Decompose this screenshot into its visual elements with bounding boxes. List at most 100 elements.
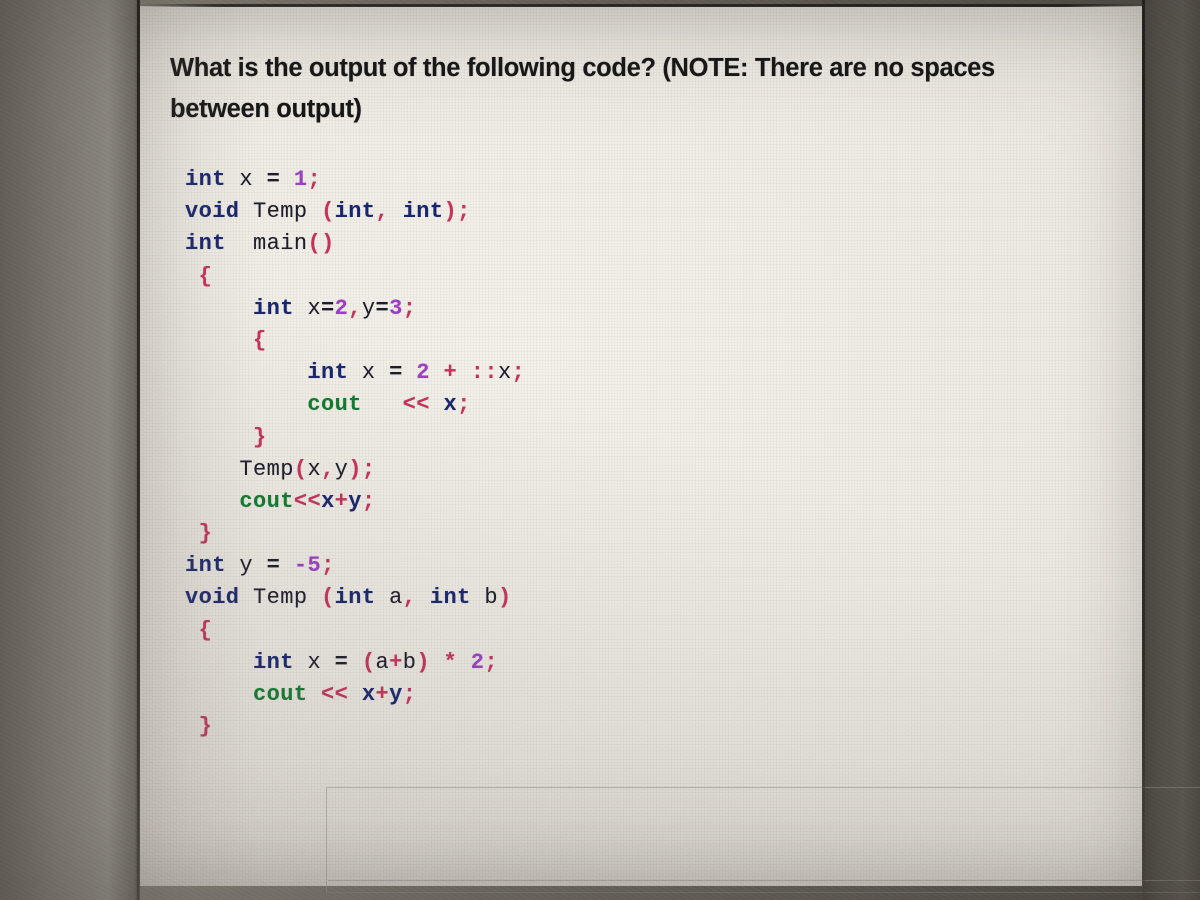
code-token: x [321,488,335,514]
code-token: } [198,521,213,547]
sheet-left-edge [137,0,140,900]
code-token: ( [361,649,376,675]
code-token: x [307,295,322,321]
code-token: , [321,456,335,482]
code-token: , [375,199,390,225]
code-token: = [266,167,281,192]
code-token: void [185,199,240,225]
code-token: = [266,553,281,579]
code-block: int x = 1; void Temp (int, int); int main(… [185,164,525,743]
code-token: , [402,585,417,611]
code-line: int x=2,y=3; [185,293,525,325]
code-token: x [239,167,254,192]
code-token: ) [497,585,512,611]
code-token: x [307,649,322,675]
code-token: main [253,231,308,257]
code-token: x [497,360,512,386]
code-token: ; [511,360,526,386]
question-prompt: What is the output of the following code… [170,48,1090,130]
code-token: { [198,263,213,289]
code-line: int x = (a+b) * 2; [185,647,525,679]
code-token: << [321,682,349,707]
code-token: void [185,585,240,611]
question-line-2: between output) [170,95,362,123]
code-token: = [321,295,335,321]
code-token: 2 [334,295,349,321]
code-token: int [334,585,376,611]
code-token: = [334,649,349,675]
code-token: ; [321,553,335,579]
code-token: x [361,682,376,707]
photo-of-screen: What is the output of the following code… [0,0,1200,900]
code-token: 3 [389,295,403,321]
code-token: cout [239,488,294,514]
code-token: { [198,617,213,643]
code-line: Temp(x,y); [185,454,525,486]
code-token: << [402,392,430,418]
code-token: int [185,231,226,257]
code-token: a [389,585,403,611]
code-token: a [375,649,390,675]
code-token: ) [443,199,458,225]
code-token: b [402,649,417,675]
code-token: { [253,327,267,353]
code-token: ; [484,649,498,675]
code-line: void Temp (int a, int b) [185,582,525,614]
code-line: } [185,422,525,454]
code-token: x [443,392,458,418]
sheet-right-edge [1142,0,1145,900]
code-token: Temp [239,456,294,482]
code-token: + [375,682,390,707]
code-token: x [361,360,376,386]
code-token: b [484,585,498,611]
code-token: y [389,682,403,707]
question-line-1: What is the output of the following code… [170,54,995,82]
code-token: ) [348,456,362,482]
document-sheet: What is the output of the following code… [140,6,1200,893]
code-token: -5 [293,553,322,579]
code-token: = [375,295,390,321]
code-line: int y = -5; [185,550,525,582]
code-token: int [429,585,471,611]
code-token: ( [293,456,308,482]
code-token: y [334,456,349,482]
code-token: ; [361,456,376,482]
code-token: ) [416,649,430,675]
code-token: cout [253,682,308,707]
code-token: ; [361,488,376,514]
code-line: } [185,711,525,743]
code-token: + [334,488,349,514]
code-token: ( [321,199,335,225]
code-line: void Temp (int, int); [185,196,525,228]
code-token: Temp [253,585,308,611]
code-line: { [185,325,525,357]
code-token: 2 [470,649,485,675]
code-token: ; [457,392,471,418]
code-token: int [402,199,444,225]
code-token: + [389,649,403,675]
code-line: { [185,615,525,647]
code-token: int [253,295,294,321]
code-line: int x = 1; [185,164,525,196]
code-token: } [253,424,267,450]
code-line: { [185,261,525,293]
code-line: } [185,518,525,550]
code-token: Temp [253,199,308,225]
code-token: } [198,714,213,740]
code-token: , [348,295,362,321]
code-token: ; [402,682,417,707]
code-token: ; [457,199,471,225]
code-token: ( [307,231,322,257]
code-line: int main() [185,228,525,260]
code-token: << [293,488,322,514]
code-line: cout << x+y; [185,679,525,711]
code-token: int [185,167,226,192]
code-token: y [361,295,376,321]
code-token: y [239,553,254,579]
code-token: * [443,649,458,675]
left-ambient-surround [0,0,139,900]
code-token: 1 [293,167,308,192]
code-token: ( [321,585,335,611]
code-token: ; [307,167,322,192]
code-token: x [307,456,322,482]
